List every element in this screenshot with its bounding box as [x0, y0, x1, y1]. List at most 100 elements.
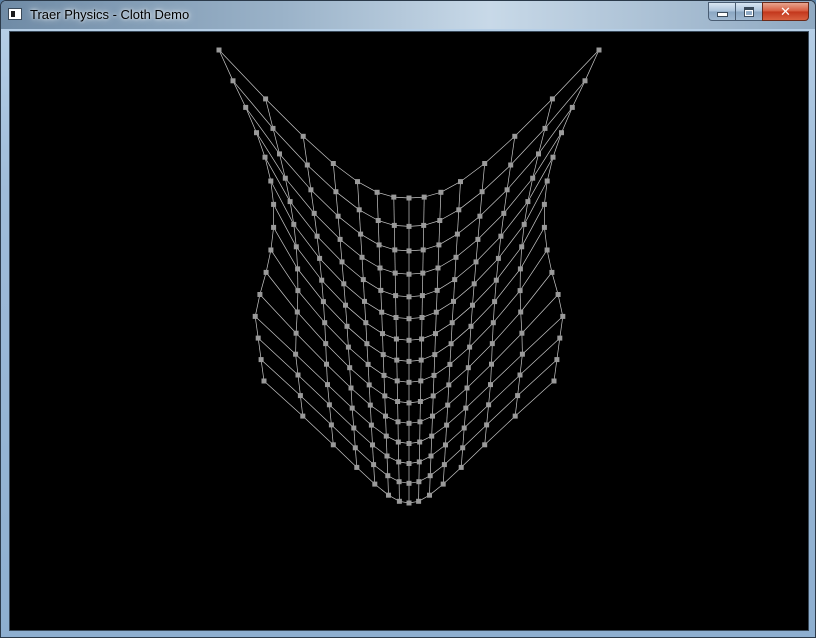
particle [376, 242, 382, 248]
spring-vertical [297, 374, 301, 396]
spring-vertical [475, 239, 479, 262]
spring-vertical [517, 374, 521, 396]
particle [544, 178, 550, 184]
spring-horizontal [365, 322, 383, 334]
spring-vertical [492, 301, 495, 323]
spring-vertical [484, 424, 487, 445]
spring-vertical [343, 283, 346, 306]
spring-horizontal [270, 249, 299, 291]
particle [493, 277, 499, 283]
particle [519, 330, 525, 336]
particle [419, 293, 425, 299]
particle [554, 357, 560, 363]
particle [406, 500, 412, 506]
particle [257, 292, 263, 297]
spring-vertical [435, 312, 437, 334]
particle [436, 242, 442, 248]
particle [440, 481, 446, 487]
particle [300, 413, 306, 419]
spring-vertical [557, 294, 564, 317]
spring-horizontal [346, 326, 368, 344]
cloth-simulation [216, 47, 602, 506]
cloth-canvas[interactable] [9, 31, 809, 631]
particle [467, 344, 473, 350]
particle [551, 378, 557, 384]
particle [368, 422, 374, 428]
particle [419, 336, 425, 342]
particle [262, 154, 268, 160]
spring-horizontal [341, 261, 364, 280]
title-bar[interactable]: Traer Physics - Cloth Demo ✕ [1, 1, 815, 29]
particle [339, 259, 345, 265]
particle [394, 357, 400, 363]
spring-horizontal [333, 163, 358, 182]
particle [501, 210, 507, 216]
spring-horizontal [357, 181, 378, 193]
particle [347, 365, 353, 371]
particle [489, 361, 494, 367]
particle [468, 323, 474, 329]
particle [351, 425, 357, 431]
spring-vertical [387, 475, 389, 496]
particle [482, 161, 488, 166]
application-icon[interactable] [8, 8, 22, 20]
window-title: Traer Physics - Cloth Demo [30, 7, 190, 22]
particle [560, 313, 566, 319]
spring-vertical [463, 408, 467, 429]
maximize-icon [744, 6, 754, 17]
particle [324, 361, 329, 367]
close-button[interactable]: ✕ [762, 2, 809, 21]
caption-buttons: ✕ [708, 2, 809, 21]
particle [544, 247, 550, 253]
spring-vertical [519, 354, 523, 376]
particle [392, 270, 398, 276]
particle [393, 293, 399, 299]
spring-vertical [444, 444, 446, 465]
particle [381, 372, 387, 378]
particle [448, 341, 454, 347]
particle [406, 420, 412, 426]
spring-vertical [556, 338, 561, 360]
spring-vertical [345, 305, 348, 327]
particle[interactable] [216, 47, 222, 53]
spring-vertical [364, 301, 367, 323]
spring-vertical [431, 416, 433, 437]
spring-vertical [384, 395, 386, 417]
maximize-button[interactable] [735, 2, 762, 21]
particle [492, 299, 498, 305]
spring-vertical [454, 257, 457, 280]
spring-vertical [295, 333, 297, 355]
particle [360, 277, 366, 283]
particle[interactable] [596, 47, 602, 53]
spring-horizontal [257, 337, 299, 376]
particle [326, 402, 332, 408]
spring-vertical [466, 367, 469, 389]
particle [380, 331, 385, 337]
app-window: Traer Physics - Cloth Demo ✕ [0, 0, 816, 638]
spring-vertical [433, 354, 436, 376]
particle [428, 453, 434, 459]
spring-horizontal [444, 447, 463, 465]
spring-vertical [544, 227, 548, 251]
spring-horizontal [295, 332, 327, 365]
spring-vertical [346, 326, 349, 348]
particle [297, 393, 303, 399]
spring-vertical [551, 272, 559, 295]
particle [406, 248, 412, 254]
spring-horizontal [363, 279, 381, 291]
spring-vertical [325, 343, 327, 365]
spring-vertical [367, 364, 370, 385]
minimize-button[interactable] [708, 2, 735, 21]
particle [337, 236, 343, 242]
spring-vertical [429, 455, 432, 476]
spring-horizontal [263, 380, 304, 417]
spring-vertical [382, 354, 385, 376]
particle [406, 379, 412, 385]
spring-vertical [458, 181, 461, 210]
spring-horizontal [494, 268, 521, 302]
spring-vertical [446, 405, 449, 426]
particle [461, 425, 467, 431]
spring-vertical [473, 261, 477, 284]
spring-vertical [378, 244, 381, 269]
particle [378, 287, 384, 293]
